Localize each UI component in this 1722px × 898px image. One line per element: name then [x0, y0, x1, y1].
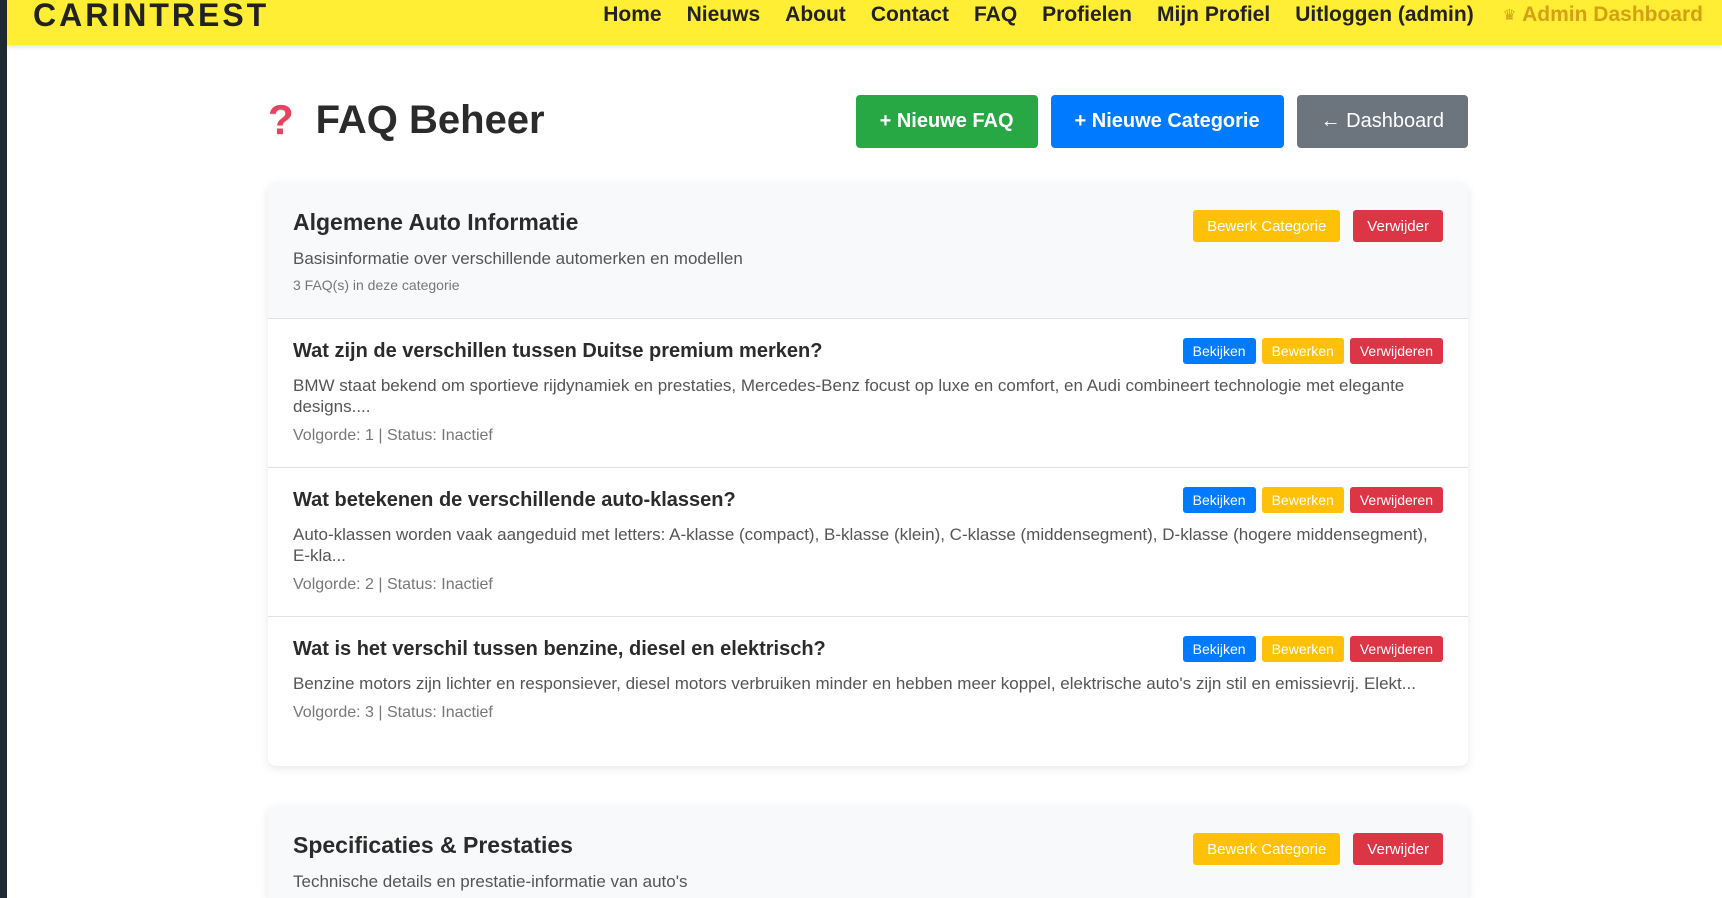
title-wrap: ? FAQ Beheer: [268, 97, 545, 143]
dashboard-button[interactable]: ← Dashboard: [1296, 95, 1468, 148]
category-faq-count: 3 FAQ(s) in deze categorie: [293, 277, 460, 293]
category-description: Technische details en prestatie-informat…: [293, 872, 688, 891]
crown-icon: ♛: [1502, 7, 1517, 24]
delete-category-button[interactable]: Verwijder: [1353, 833, 1443, 865]
delete-faq-button[interactable]: Verwijderen: [1349, 338, 1443, 364]
header-buttons: + Nieuwe FAQ + Nieuwe Categorie ← Dashbo…: [855, 95, 1468, 148]
faq-actions: Bekijken Bewerken Verwijderen: [1182, 338, 1443, 364]
window-edge: [0, 0, 7, 898]
edit-faq-button[interactable]: Bewerken: [1261, 487, 1344, 513]
page-title: FAQ Beheer: [315, 98, 545, 142]
category-header: Specificaties & Prestaties Technische de…: [268, 807, 1468, 898]
edit-category-button[interactable]: Bewerk Categorie: [1193, 210, 1341, 242]
view-faq-button[interactable]: Bekijken: [1182, 338, 1256, 364]
new-faq-button[interactable]: + Nieuwe FAQ: [855, 95, 1038, 148]
admin-dashboard-label: Admin Dashboard: [1522, 3, 1703, 26]
nav-link-contact[interactable]: Contact: [871, 1, 949, 29]
faq-answer-preview: BMW staat bekend om sportieve rijdynamie…: [293, 376, 1405, 416]
faq-actions: Bekijken Bewerken Verwijderen: [1182, 636, 1443, 662]
nav-link-faq[interactable]: FAQ: [974, 1, 1017, 29]
edit-faq-button[interactable]: Bewerken: [1261, 338, 1344, 364]
nav-link-home[interactable]: Home: [603, 1, 661, 29]
view-faq-button[interactable]: Bekijken: [1182, 487, 1256, 513]
navbar: CARINTREST Home Nieuws About Contact FAQ…: [7, 0, 1722, 45]
nav-link-uitloggen[interactable]: Uitloggen (admin): [1295, 1, 1473, 29]
category-description: Basisinformatie over verschillende autom…: [293, 249, 743, 268]
brand-logo[interactable]: CARINTREST: [33, 0, 269, 32]
faq-item: Wat zijn de verschillen tussen Duitse pr…: [268, 319, 1468, 468]
faq-item: Wat is het verschil tussen benzine, dies…: [268, 617, 1468, 766]
faq-answer-preview: Auto-klassen worden vaak aangeduid met l…: [293, 525, 1428, 565]
question-icon: ?: [268, 96, 294, 143]
edit-faq-button[interactable]: Bewerken: [1261, 636, 1344, 662]
category-actions: Bewerk Categorie Verwijder: [1193, 210, 1443, 242]
category-card: Algemene Auto Informatie Basisinformatie…: [268, 184, 1468, 766]
page-header: ? FAQ Beheer + Nieuwe FAQ + Nieuwe Categ…: [268, 95, 1468, 150]
category-card: Specificaties & Prestaties Technische de…: [268, 807, 1468, 898]
nav-link-mijn-profiel[interactable]: Mijn Profiel: [1157, 1, 1270, 29]
faq-meta: Volgorde: 3 | Status: Inactief: [293, 704, 493, 721]
category-header: Algemene Auto Informatie Basisinformatie…: [268, 184, 1468, 319]
delete-faq-button[interactable]: Verwijderen: [1349, 487, 1443, 513]
faq-answer-preview: Benzine motors zijn lichter en responsie…: [293, 674, 1416, 693]
nav-links: Home Nieuws About Contact FAQ Profielen …: [603, 0, 1703, 30]
new-category-button[interactable]: + Nieuwe Categorie: [1050, 95, 1284, 148]
delete-faq-button[interactable]: Verwijderen: [1349, 636, 1443, 662]
nav-link-about[interactable]: About: [785, 1, 846, 29]
view-faq-button[interactable]: Bekijken: [1182, 636, 1256, 662]
delete-category-button[interactable]: Verwijder: [1353, 210, 1443, 242]
nav-link-profielen[interactable]: Profielen: [1042, 1, 1132, 29]
category-actions: Bewerk Categorie Verwijder: [1193, 833, 1443, 865]
edit-category-button[interactable]: Bewerk Categorie: [1193, 833, 1341, 865]
nav-link-admin-dashboard[interactable]: ♛ Admin Dashboard: [1503, 3, 1703, 27]
faq-item: Wat betekenen de verschillende auto-klas…: [268, 468, 1468, 617]
faq-meta: Volgorde: 2 | Status: Inactief: [293, 576, 493, 593]
nav-link-nieuws[interactable]: Nieuws: [687, 1, 761, 29]
faq-meta: Volgorde: 1 | Status: Inactief: [293, 427, 493, 444]
faq-actions: Bekijken Bewerken Verwijderen: [1182, 487, 1443, 513]
